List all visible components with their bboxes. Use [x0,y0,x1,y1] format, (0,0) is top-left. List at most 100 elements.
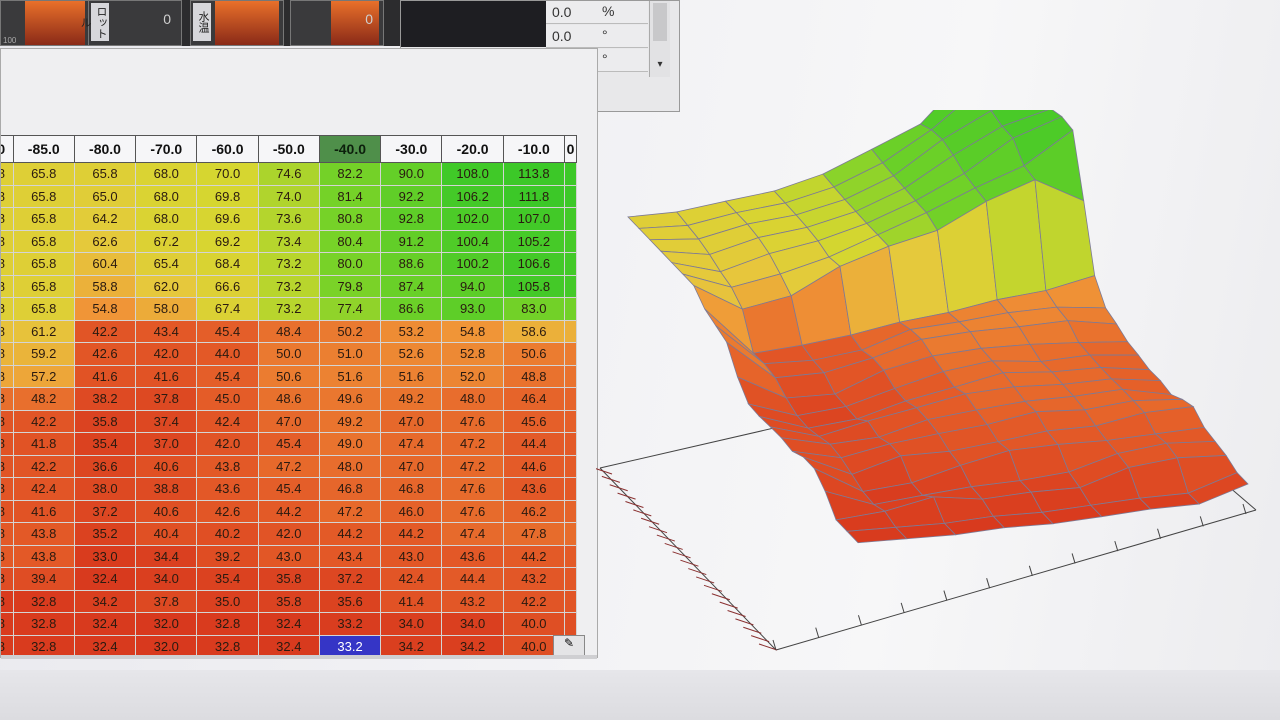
map-cell[interactable]: 46.2 [502,499,566,523]
scroll-thumb[interactable] [653,3,667,41]
map-cell[interactable]: 37.2 [73,499,137,523]
map-cell[interactable]: 65.8 [12,297,75,321]
map-cell[interactable]: 34.2 [73,589,137,613]
map-cell[interactable]: 91.2 [380,229,443,253]
map-cell[interactable]: 44.2 [380,522,443,546]
map-cell[interactable]: 43.8 [196,454,259,478]
map-cell[interactable]: 34.0 [135,567,198,591]
map-cell[interactable]: 8 [1,184,14,208]
map-cell[interactable]: 33.2 [318,634,382,655]
map-cell[interactable] [564,567,577,591]
map-cell[interactable]: 106.6 [502,252,566,276]
map-cell[interactable]: 46.4 [502,387,566,411]
map-cell[interactable]: 43.2 [441,589,504,613]
map-cell[interactable]: 8 [1,409,14,433]
map-cell[interactable]: 88.6 [380,252,443,276]
map-cell[interactable]: 50.6 [502,342,566,366]
map-cell[interactable]: 50.6 [257,364,320,388]
map-cell[interactable]: 58.0 [135,297,198,321]
map-cell[interactable]: 70.0 [196,162,259,186]
map-cell[interactable]: 38.2 [73,387,137,411]
map-cell[interactable]: 47.0 [380,454,443,478]
map-cell[interactable]: 46.0 [380,499,443,523]
map-cell[interactable]: 35.2 [73,522,137,546]
map-cell[interactable]: 65.8 [73,162,137,186]
map-cell[interactable]: 44.0 [196,342,259,366]
map-cell[interactable]: 35.4 [73,432,137,456]
map-cell[interactable]: 45.4 [257,477,320,501]
map-cell[interactable] [564,589,577,613]
map-cell[interactable]: 35.8 [73,409,137,433]
map-cell[interactable]: 80.4 [318,229,382,253]
map-cell[interactable]: 40.6 [135,454,198,478]
map-cell[interactable]: 41.4 [380,589,443,613]
map-cell[interactable]: 69.8 [196,184,259,208]
map-cell[interactable]: 32.4 [73,634,137,655]
map-cell[interactable]: 65.8 [12,274,75,298]
column-header[interactable]: -80.0 [73,135,137,163]
map-cell[interactable]: 8 [1,162,14,186]
map-cell[interactable]: 62.6 [73,229,137,253]
map-cell[interactable]: 49.0 [318,432,382,456]
map-cell[interactable]: 47.0 [380,409,443,433]
map-cell[interactable]: 43.8 [12,544,75,568]
column-header[interactable]: 0 [1,135,14,163]
map-cell[interactable]: 49.6 [318,387,382,411]
map-cell[interactable]: 8 [1,522,14,546]
map-cell[interactable]: 48.2 [12,387,75,411]
map-cell[interactable]: 40.4 [135,522,198,546]
map-cell[interactable]: 46.8 [380,477,443,501]
column-header[interactable]: -60.0 [196,135,259,163]
map-cell[interactable]: 42.4 [380,567,443,591]
map-cell[interactable]: 39.2 [196,544,259,568]
map-cell[interactable]: 65.8 [12,252,75,276]
map-cell[interactable]: 42.6 [73,342,137,366]
map-cell[interactable]: 42.6 [196,499,259,523]
map-cell[interactable]: 106.2 [441,184,504,208]
map-cell[interactable]: 37.2 [318,567,382,591]
map-cell[interactable] [564,432,577,456]
map-cell[interactable]: 73.2 [257,297,320,321]
map-cell[interactable]: 32.8 [12,589,75,613]
map-cell[interactable]: 34.0 [380,612,443,636]
map-cell[interactable]: 49.2 [318,409,382,433]
map-cell[interactable]: 34.4 [135,544,198,568]
map-cell[interactable]: 47.6 [441,499,504,523]
map-cell[interactable]: 51.6 [380,364,443,388]
map-cell[interactable] [564,522,577,546]
map-cell[interactable]: 51.0 [318,342,382,366]
horizontal-scrollbar[interactable] [1,655,597,659]
map-cell[interactable]: 43.6 [441,544,504,568]
map-cell[interactable]: 57.2 [12,364,75,388]
map-cell[interactable]: 47.4 [441,522,504,546]
map-cell[interactable]: 44.2 [257,499,320,523]
map-cell[interactable]: 48.0 [441,387,504,411]
map-cell[interactable]: 42.0 [196,432,259,456]
map-cell[interactable]: 43.4 [135,319,198,343]
map-cell[interactable]: 34.2 [441,634,504,655]
map-cell[interactable]: 8 [1,432,14,456]
map-cell[interactable]: 45.4 [257,432,320,456]
map-cell[interactable]: 32.4 [73,567,137,591]
map-cell[interactable]: 8 [1,297,14,321]
map-cell[interactable]: 47.2 [257,454,320,478]
map-cell[interactable]: 43.0 [257,544,320,568]
map-cell[interactable] [564,207,577,231]
map-cell[interactable]: 42.2 [12,409,75,433]
map-cell[interactable]: 48.6 [257,387,320,411]
map-cell[interactable]: 32.8 [12,612,75,636]
map-cell[interactable] [564,364,577,388]
map-cell[interactable]: 60.4 [73,252,137,276]
map-cell[interactable]: 83.0 [502,297,566,321]
map-cell[interactable]: 102.0 [441,207,504,231]
map-cell[interactable] [564,184,577,208]
chevron-down-icon[interactable]: ▾ [653,59,667,75]
map-cell[interactable]: 49.2 [380,387,443,411]
readout-scrollbar[interactable]: ▾ [649,1,670,77]
map-cell[interactable]: 64.2 [73,207,137,231]
map-cell[interactable] [564,499,577,523]
map-cell[interactable]: 45.4 [196,364,259,388]
map-cell[interactable]: 65.0 [73,184,137,208]
map-cell[interactable] [564,454,577,478]
map-cell[interactable]: 44.6 [502,454,566,478]
